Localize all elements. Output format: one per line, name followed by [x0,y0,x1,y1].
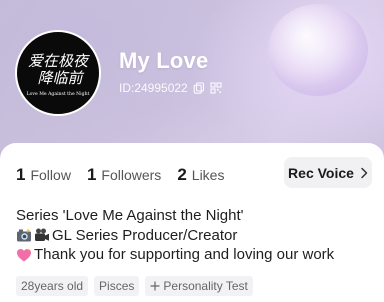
avatar[interactable]: 爱在极夜 降临前 Love Me Against the Night [15,30,101,116]
decorative-bubble [268,4,368,96]
personality-test-button[interactable]: Personality Test [145,276,253,296]
tag-row: 28years old Pisces Personality Test [16,276,253,296]
sparkling-heart-emoji [17,247,31,262]
username: My Love [119,48,209,73]
stat-likes[interactable]: 2 Likes [177,165,224,185]
stat-label: Follow [30,167,71,183]
profile-screen: 爱在极夜 降临前 Love Me Against the Night My Lo… [0,0,384,302]
avatar-logo-line-1: 爱在极夜 [28,52,90,70]
stat-follow[interactable]: 1 Follow [16,165,71,185]
bio-line-with-icons: GL Series Producer/Creator [16,226,372,246]
movie-camera-emoji [35,228,49,242]
stat-count: 1 [16,165,26,184]
bio-line: GL Series Producer/Creator [52,226,238,244]
bio-line: Thank you for supporting and loving our … [34,246,335,263]
plus-icon [150,281,160,291]
tag-age: 28years old [16,276,89,296]
stat-label: Likes [191,167,225,183]
tag-label: Personality Test [163,279,248,293]
chevron-right-icon [361,167,368,178]
user-id: ID:24995022 [119,81,188,95]
bio-line: Series 'Love Me Against the Night' [16,207,244,224]
camera-flash-emoji [17,228,31,242]
bio: Series 'Love Me Against the Night' GL Se… [16,206,372,265]
avatar-logo: 爱在极夜 降临前 Love Me Against the Night [27,52,90,97]
avatar-subtitle: Love Me Against the Night [27,91,90,97]
stat-followers[interactable]: 1 Followers [87,165,161,185]
id-row: ID:24995022 [119,81,222,95]
stat-count: 2 [177,165,187,184]
rec-voice-label: Rec Voice [288,164,354,181]
stat-count: 1 [86,165,97,184]
stats-row: 1 Follow 1 Followers 2 Likes [16,165,224,185]
tag-label: Pisces [99,279,135,293]
copy-icon[interactable] [193,82,205,94]
tag-zodiac: Pisces [94,276,140,296]
rec-voice-button[interactable]: Rec Voice [284,157,372,188]
qr-code-icon[interactable] [210,82,222,94]
stat-label: Followers [101,167,162,183]
bio-line-with-icon: Thank you for supporting and loving our … [16,245,372,265]
tag-label: 28years old [21,279,84,293]
avatar-logo-line-2: 降临前 [37,69,84,87]
